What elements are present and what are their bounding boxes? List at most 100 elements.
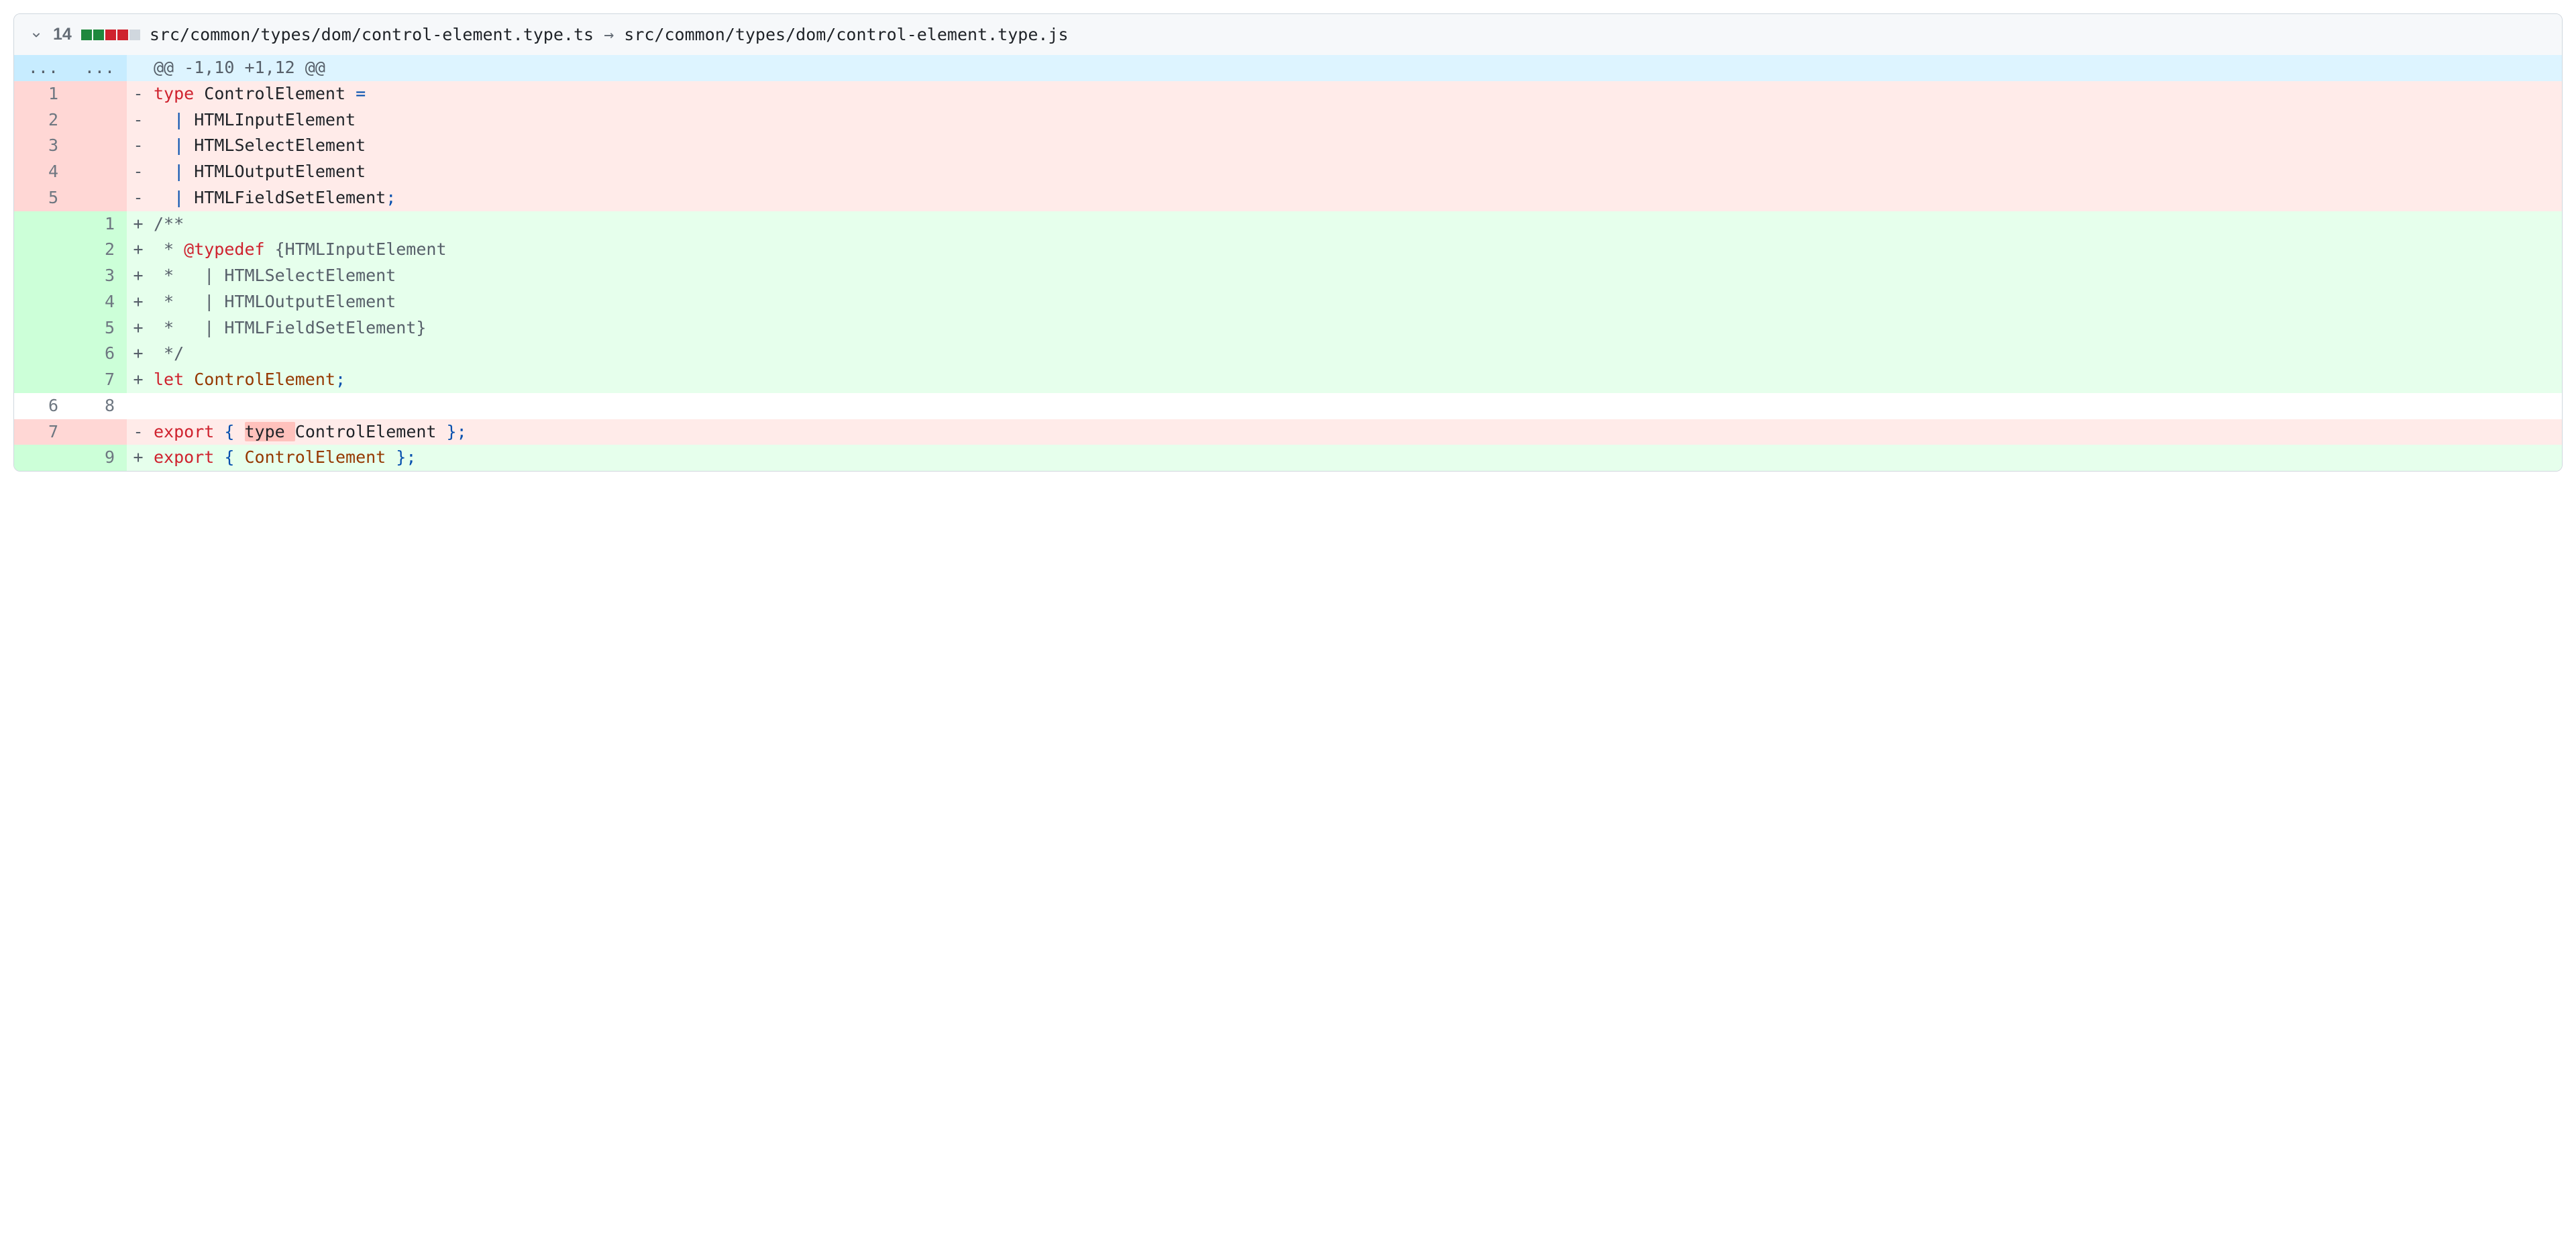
token-ty: HTMLInputElement <box>194 110 356 129</box>
old-line-number[interactable]: 3 <box>14 133 70 159</box>
token-pun: } <box>396 447 406 467</box>
code-cell[interactable]: */ <box>150 341 2562 367</box>
old-line-number[interactable]: 4 <box>14 159 70 185</box>
diff-line-del: 3- | HTMLSelectElement <box>14 133 2562 159</box>
new-line-number[interactable]: 1 <box>70 211 127 237</box>
token-com: * <box>154 239 184 259</box>
diff-line-add: 4+ * | HTMLOutputElement <box>14 289 2562 315</box>
diff-marker: + <box>127 211 150 237</box>
hunk-marker <box>127 55 150 81</box>
code-cell[interactable] <box>150 393 2562 419</box>
diff-marker: + <box>127 237 150 263</box>
new-line-number[interactable] <box>70 81 127 107</box>
new-line-number[interactable]: 7 <box>70 367 127 393</box>
diffstat-block-neutral <box>129 30 140 40</box>
token-pun: ; <box>335 370 345 389</box>
old-line-number[interactable]: 5 <box>14 185 70 211</box>
code-cell[interactable]: | HTMLOutputElement <box>150 159 2562 185</box>
diffstat-block-removed <box>117 30 128 40</box>
code-cell[interactable]: type ControlElement = <box>150 81 2562 107</box>
new-line-number[interactable]: 5 <box>70 315 127 341</box>
token-pun: { <box>224 447 234 467</box>
code-cell[interactable]: | HTMLSelectElement <box>150 133 2562 159</box>
inline-deletion: type <box>245 422 295 441</box>
token-com: * | HTMLOutputElement <box>154 292 396 311</box>
diff-marker: + <box>127 367 150 393</box>
code-cell[interactable]: * | HTMLSelectElement <box>150 263 2562 289</box>
new-line-number[interactable]: 6 <box>70 341 127 367</box>
code-cell[interactable]: let ControlElement; <box>150 367 2562 393</box>
diff-line-ctx: 68 <box>14 393 2562 419</box>
token-pun: ; <box>386 188 396 207</box>
code-cell[interactable]: export { ControlElement }; <box>150 445 2562 471</box>
old-line-number[interactable]: 7 <box>14 419 70 445</box>
token-com: * | HTMLFieldSetElement} <box>154 318 426 337</box>
new-line-number[interactable] <box>70 419 127 445</box>
old-line-number[interactable]: 6 <box>14 393 70 419</box>
code-cell[interactable]: * | HTMLOutputElement <box>150 289 2562 315</box>
diff-file: 14 src/common/types/dom/control-element.… <box>13 13 2563 472</box>
new-line-number[interactable]: 4 <box>70 289 127 315</box>
new-line-number[interactable]: 3 <box>70 263 127 289</box>
new-line-number[interactable] <box>70 159 127 185</box>
new-line-number[interactable]: 2 <box>70 237 127 263</box>
new-line-number[interactable] <box>70 185 127 211</box>
diff-line-del: 1-type ControlElement = <box>14 81 2562 107</box>
diffstat-block-added <box>93 30 104 40</box>
old-line-number[interactable] <box>14 315 70 341</box>
chevron-down-icon[interactable] <box>29 28 44 42</box>
token-tag: @typedef <box>184 239 264 259</box>
hunk-expand-right[interactable]: ... <box>70 55 127 81</box>
old-line-number[interactable] <box>14 341 70 367</box>
token-pun: ; <box>457 422 467 441</box>
new-line-number[interactable] <box>70 107 127 133</box>
code-cell[interactable]: * @typedef {HTMLInputElement <box>150 237 2562 263</box>
token-ty: HTMLSelectElement <box>194 135 366 155</box>
old-line-number[interactable]: 2 <box>14 107 70 133</box>
token-ty: HTMLOutputElement <box>194 162 366 181</box>
code-cell[interactable]: export { type ControlElement }; <box>150 419 2562 445</box>
old-line-number[interactable] <box>14 367 70 393</box>
new-line-number[interactable] <box>70 133 127 159</box>
token-pun: ; <box>406 447 416 467</box>
diff-marker: - <box>127 107 150 133</box>
diff-line-add: 7+let ControlElement; <box>14 367 2562 393</box>
diff-table-body: ... ... @@ -1,10 +1,12 @@ 1-type Control… <box>14 55 2562 471</box>
diffstat-block-removed <box>105 30 116 40</box>
diff-marker: + <box>127 263 150 289</box>
token-kw: export <box>154 447 214 467</box>
diff-line-add: 5+ * | HTMLFieldSetElement} <box>14 315 2562 341</box>
token-com: /** <box>154 214 184 233</box>
old-line-number[interactable] <box>14 237 70 263</box>
token-pun: | <box>174 135 184 155</box>
diff-line-add: 9+export { ControlElement }; <box>14 445 2562 471</box>
old-line-number[interactable] <box>14 263 70 289</box>
code-cell[interactable]: * | HTMLFieldSetElement} <box>150 315 2562 341</box>
rename-arrow-icon: → <box>604 25 614 44</box>
code-cell[interactable]: | HTMLInputElement <box>150 107 2562 133</box>
token-pun: } <box>447 422 457 441</box>
token-pun: | <box>174 188 184 207</box>
file-from: src/common/types/dom/control-element.typ… <box>150 25 594 44</box>
diff-file-path[interactable]: src/common/types/dom/control-element.typ… <box>150 25 1069 44</box>
hunk-expand-left[interactable]: ... <box>14 55 70 81</box>
token-ty: ControlElement <box>204 84 345 103</box>
new-line-number[interactable]: 9 <box>70 445 127 471</box>
old-line-number[interactable] <box>14 445 70 471</box>
token-pun: = <box>356 84 366 103</box>
new-line-number[interactable]: 8 <box>70 393 127 419</box>
old-line-number[interactable]: 1 <box>14 81 70 107</box>
hunk-text: @@ -1,10 +1,12 @@ <box>150 55 2562 81</box>
old-line-number[interactable] <box>14 211 70 237</box>
diff-marker <box>127 393 150 419</box>
diff-marker: + <box>127 445 150 471</box>
diff-change-count: 14 <box>53 25 72 44</box>
code-cell[interactable]: /** <box>150 211 2562 237</box>
diffstat[interactable] <box>81 30 140 40</box>
old-line-number[interactable] <box>14 289 70 315</box>
code-cell[interactable]: | HTMLFieldSetElement; <box>150 185 2562 211</box>
diff-marker: - <box>127 185 150 211</box>
diff-line-add: 6+ */ <box>14 341 2562 367</box>
diff-marker: + <box>127 341 150 367</box>
diff-file-header: 14 src/common/types/dom/control-element.… <box>14 14 2562 55</box>
